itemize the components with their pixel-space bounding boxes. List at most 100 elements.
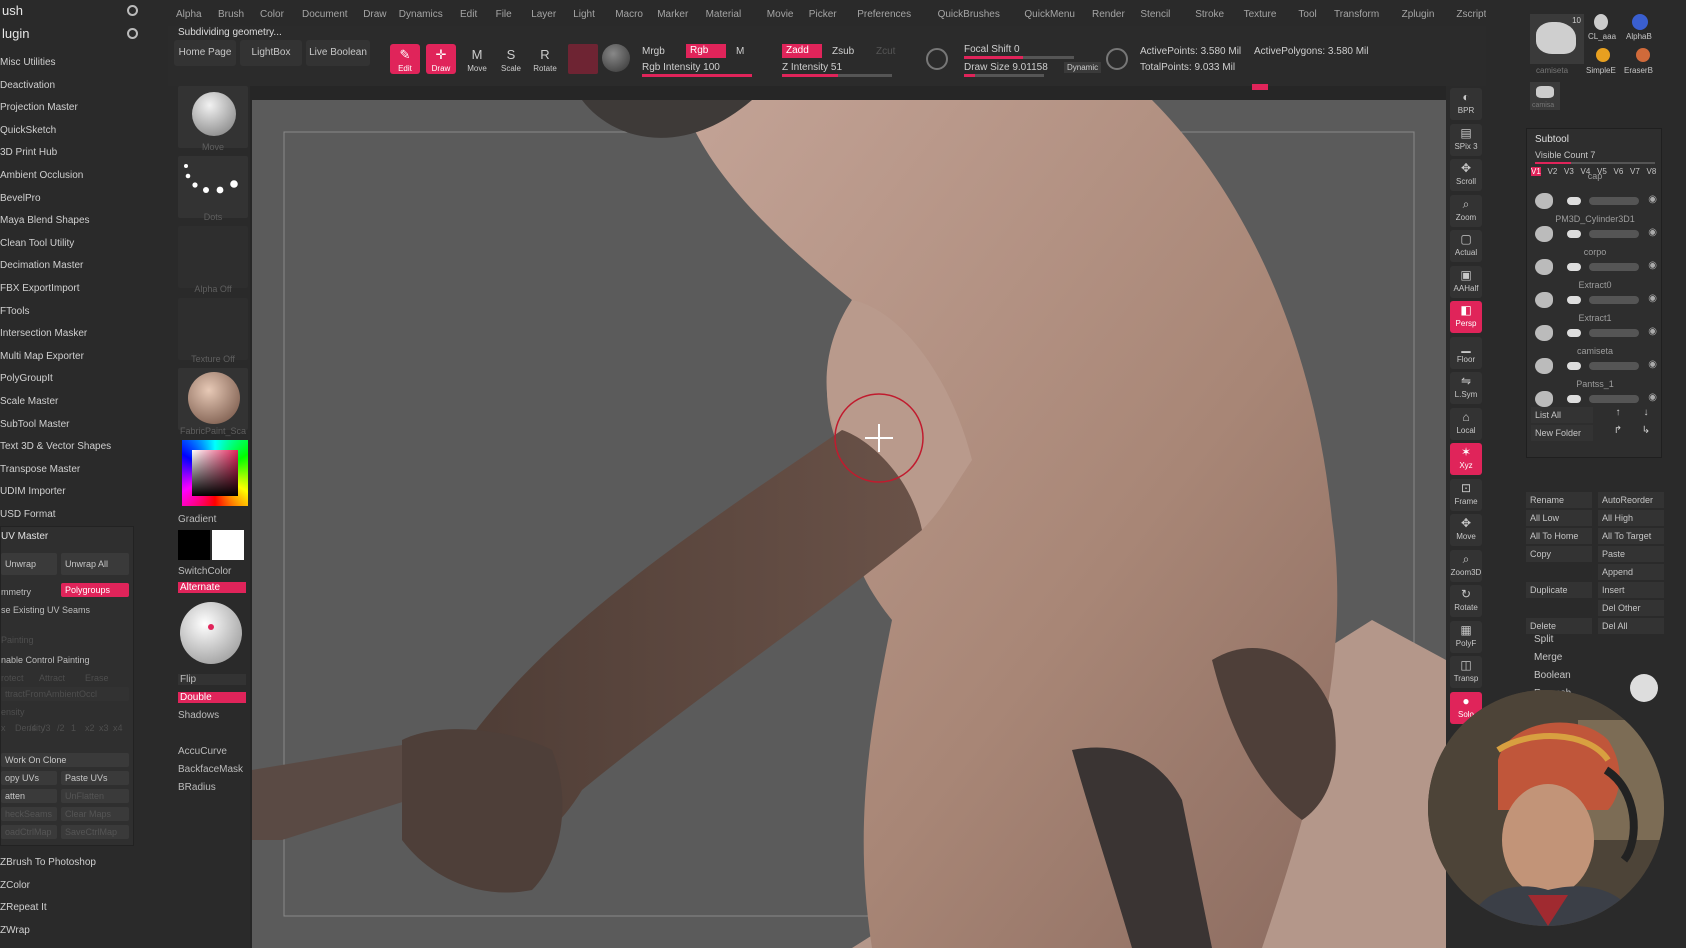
draw-size-slider[interactable] (964, 74, 1044, 77)
menu-edit[interactable]: Edit (460, 9, 477, 20)
subtool-toggle[interactable] (1567, 263, 1581, 271)
list-all-button[interactable]: List All (1531, 407, 1593, 423)
density-option[interactable]: x3 (99, 723, 109, 733)
dock-aahalf[interactable]: ▣ AAHalf (1450, 265, 1482, 298)
plugin-item[interactable]: ZWrap (0, 924, 150, 938)
eye-icon[interactable]: ◉ (1648, 194, 1657, 205)
menu-stroke[interactable]: Stroke (1195, 9, 1224, 20)
menu-zscript[interactable]: Zscript (1456, 9, 1486, 20)
menu-movie[interactable]: Movie (767, 9, 794, 20)
menu-macro[interactable]: Macro (615, 9, 643, 20)
eye-icon[interactable]: ◉ (1648, 326, 1657, 337)
dock-l-sym[interactable]: ⇋ L.Sym (1450, 372, 1482, 404)
material-sphere-icon[interactable] (602, 44, 630, 72)
dock-frame[interactable]: ⊡ Frame (1450, 478, 1482, 511)
material-swatch[interactable] (568, 44, 598, 74)
density-option[interactable]: /3 (43, 723, 51, 733)
eye-icon[interactable]: ◉ (1648, 293, 1657, 304)
dock-floor[interactable]: ▁ Floor (1450, 336, 1482, 369)
plugin-item[interactable]: Scale Master (0, 395, 150, 409)
simple-brush-thumb[interactable] (1596, 48, 1610, 62)
density-option[interactable]: x (1, 723, 6, 733)
stroke-thumbnail[interactable] (178, 156, 248, 218)
menu-color[interactable]: Color (260, 9, 284, 20)
subtool-options[interactable] (1589, 296, 1639, 304)
move-up-icon[interactable]: ↱ (1607, 425, 1629, 441)
current-tool-thumbnail[interactable]: 10 (1530, 14, 1584, 64)
plugin-item[interactable]: Transpose Master (0, 463, 150, 477)
brush-palette-header[interactable]: ush (0, 0, 148, 22)
m-button[interactable]: M (736, 46, 744, 57)
focal-shift-label[interactable]: Focal Shift 0 (964, 44, 1020, 55)
pin-icon[interactable] (127, 28, 138, 39)
subtool-op-del-all-button[interactable]: Del All (1598, 618, 1664, 634)
draw-mode-button[interactable]: ✛ Draw (426, 44, 456, 74)
subtool-op-copy-button[interactable]: Copy (1526, 546, 1592, 562)
brush-thumbnail[interactable] (178, 86, 248, 148)
subtool-op-del-other-button[interactable]: Del Other (1598, 600, 1664, 616)
menu-texture[interactable]: Texture (1244, 9, 1277, 20)
double-toggle[interactable]: Double (178, 692, 246, 703)
plugin-item[interactable]: Projection Master (0, 101, 150, 115)
dock-actual[interactable]: ▢ Actual (1450, 230, 1482, 262)
backface-mask-toggle[interactable]: BackfaceMask (178, 764, 243, 775)
enable-control-painting-toggle[interactable]: nable Control Painting (1, 655, 90, 665)
subtool-op-rename-button[interactable]: Rename (1526, 492, 1592, 508)
subtool-op-append-button[interactable]: Append (1598, 564, 1664, 580)
z-intensity-slider[interactable] (782, 74, 892, 77)
shadows-toggle[interactable]: Shadows (178, 710, 219, 721)
menu-layer[interactable]: Layer (531, 9, 556, 20)
rotate-mode-button[interactable]: R Rotate (530, 44, 560, 74)
material-thumbnail[interactable] (178, 368, 248, 430)
main-color-swatch[interactable] (178, 530, 210, 560)
subtool-options[interactable] (1589, 263, 1639, 271)
zplugin-palette-header[interactable]: lugin (0, 23, 148, 45)
subtool-op-autoreorder-button[interactable]: AutoReorder (1598, 492, 1664, 508)
zadd-button[interactable]: Zadd (782, 44, 822, 58)
subtool-toggle[interactable] (1567, 329, 1581, 337)
plugin-item[interactable]: 3D Print Hub (0, 146, 150, 160)
rgb-intensity-slider[interactable] (642, 74, 752, 77)
plugin-item[interactable]: USD Format (0, 508, 150, 522)
dock-move[interactable]: ✥ Move (1450, 514, 1482, 546)
subtool-op-duplicate-button[interactable]: Duplicate (1526, 582, 1592, 598)
subtool-row[interactable]: Extract0 ◉ (1531, 280, 1659, 312)
subtool-options[interactable] (1589, 329, 1639, 337)
density-option[interactable]: /2 (57, 723, 65, 733)
menu-render[interactable]: Render (1092, 9, 1125, 20)
subtool-options[interactable] (1589, 395, 1639, 403)
menu-picker[interactable]: Picker (809, 9, 837, 20)
split-button[interactable]: Split (1534, 634, 1553, 645)
menu-preferences[interactable]: Preferences (857, 9, 911, 20)
load-ctrl-map-button[interactable]: oadCtrlMap (1, 825, 57, 839)
plugin-item[interactable]: Multi Map Exporter (0, 350, 150, 364)
density-option[interactable]: 1 (71, 723, 76, 733)
eye-icon[interactable]: ◉ (1648, 227, 1657, 238)
pin-icon[interactable] (127, 5, 138, 16)
subtool-toggle[interactable] (1567, 395, 1581, 403)
menu-draw[interactable]: Draw (363, 9, 386, 20)
eye-icon[interactable]: ◉ (1648, 359, 1657, 370)
plugin-item[interactable]: Misc Utilities (0, 56, 150, 70)
texture-thumbnail[interactable] (178, 298, 248, 360)
erase-button[interactable]: Erase (85, 673, 109, 683)
sculpt-viewport[interactable] (252, 100, 1446, 948)
lightbox-button[interactable]: LightBox (240, 40, 302, 66)
subtool-op-all-to-home-button[interactable]: All To Home (1526, 528, 1592, 544)
color-square[interactable] (192, 450, 238, 496)
plugin-item[interactable]: ZBrush To Photoshop (0, 856, 150, 870)
eraser-brush-thumb[interactable] (1636, 48, 1650, 62)
draw-size-label[interactable]: Draw Size 9.01158 (964, 62, 1048, 73)
move-mode-button[interactable]: M Move (462, 44, 492, 74)
zcut-button[interactable]: Zcut (876, 46, 895, 57)
menu-light[interactable]: Light (573, 9, 595, 20)
dynamic-toggle[interactable]: Dynamic (1064, 62, 1102, 73)
subtool-title[interactable]: Subtool (1535, 134, 1569, 145)
dock-local[interactable]: ⌂ Local (1450, 407, 1482, 440)
light-sphere[interactable] (180, 602, 242, 664)
plugin-item[interactable]: Text 3D & Vector Shapes (0, 440, 150, 454)
live-boolean-button[interactable]: Live Boolean (306, 40, 370, 66)
menu-document[interactable]: Document (302, 9, 348, 20)
menu-transform[interactable]: Transform (1334, 9, 1379, 20)
menu-stencil[interactable]: Stencil (1140, 9, 1170, 20)
